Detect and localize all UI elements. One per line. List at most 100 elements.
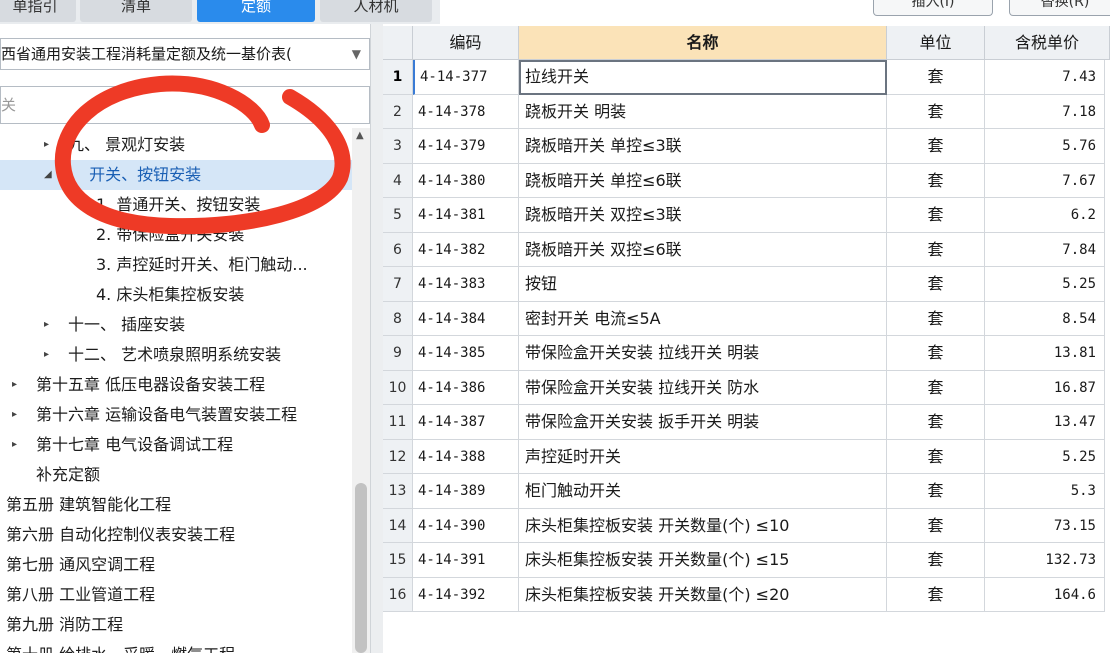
code-cell[interactable]: 4-14-379 (413, 129, 519, 164)
table-row[interactable]: 7 4-14-383 按钮套 5.25 (383, 267, 1110, 302)
unit-cell[interactable]: 套 (887, 60, 985, 95)
unit-cell[interactable]: 套 (887, 336, 985, 371)
code-cell[interactable]: 4-14-380 (413, 163, 519, 198)
tree-item[interactable]: 4. 床头柜集控板安装 (0, 280, 352, 310)
tree-item[interactable]: 第六册 自动化控制仪表安装工程 (0, 520, 352, 550)
unit-cell[interactable]: 套 (887, 577, 985, 612)
name-cell[interactable]: 带保险盒开关安装 拉线开关 防水 (519, 370, 887, 405)
code-cell[interactable]: 4-14-386 (413, 370, 519, 405)
tree-item[interactable]: ▸ 第十七章 电气设备调试工程 (0, 430, 352, 460)
code-cell[interactable]: 4-14-377 (413, 60, 519, 95)
table-row[interactable]: 4 4-14-380 跷板暗开关 单控≤6联套 7.67 (383, 163, 1110, 198)
column-header-price[interactable]: 含税单价 (985, 26, 1110, 60)
price-cell[interactable]: 5.25 (985, 267, 1105, 302)
code-cell[interactable]: 4-14-384 (413, 301, 519, 336)
code-cell[interactable]: 4-14-392 (413, 577, 519, 612)
tab-bill[interactable]: 清单 (80, 0, 192, 22)
price-cell[interactable]: 7.84 (985, 232, 1105, 267)
tree-item[interactable]: 第七册 通风空调工程 (0, 550, 352, 580)
code-cell[interactable]: 4-14-390 (413, 508, 519, 543)
code-cell[interactable]: 4-14-389 (413, 474, 519, 509)
price-cell[interactable]: 8.54 (985, 301, 1105, 336)
name-cell[interactable]: 密封开关 电流≤5A (519, 301, 887, 336)
price-cell[interactable]: 13.47 (985, 405, 1105, 440)
tab-guide[interactable]: 单指引 (0, 0, 76, 22)
table-row[interactable]: 6 4-14-382 跷板暗开关 双控≤6联套 7.84 (383, 232, 1110, 267)
table-row[interactable]: 9 4-14-385 带保险盒开关安装 拉线开关 明装套 13.81 (383, 336, 1110, 371)
code-cell[interactable]: 4-14-388 (413, 439, 519, 474)
unit-cell[interactable]: 套 (887, 474, 985, 509)
name-cell[interactable]: 跷板开关 明装 (519, 94, 887, 129)
table-row[interactable]: 11 4-14-387 带保险盒开关安装 扳手开关 明装套 13.47 (383, 405, 1110, 440)
unit-cell[interactable]: 套 (887, 198, 985, 233)
chevron-down-icon[interactable]: ▼ (352, 39, 361, 69)
tree-item[interactable]: ◢ 、 开关、按钮安装 (0, 160, 352, 190)
price-cell[interactable]: 7.43 (985, 60, 1105, 95)
tree-item[interactable]: ▸ 第十五章 低压电器设备安装工程 (0, 370, 352, 400)
collapse-arrow-icon[interactable]: ◢ (44, 160, 52, 190)
unit-cell[interactable]: 套 (887, 439, 985, 474)
price-cell[interactable]: 164.6 (985, 577, 1105, 612)
name-cell[interactable]: 跷板暗开关 单控≤6联 (519, 163, 887, 198)
column-header-unit[interactable]: 单位 (887, 26, 985, 60)
code-cell[interactable]: 4-14-378 (413, 94, 519, 129)
name-cell[interactable]: 声控延时开关 (519, 439, 887, 474)
unit-cell[interactable]: 套 (887, 163, 985, 198)
tab-quota[interactable]: 定额 (197, 0, 315, 22)
price-cell[interactable]: 73.15 (985, 508, 1105, 543)
price-cell[interactable]: 5.3 (985, 474, 1105, 509)
expand-arrow-icon[interactable]: ▸ (44, 310, 49, 340)
search-input[interactable]: 关 (0, 86, 370, 124)
expand-arrow-icon[interactable]: ▸ (44, 130, 49, 160)
tree-item[interactable]: 第五册 建筑智能化工程 (0, 490, 352, 520)
scrollbar-thumb[interactable] (355, 483, 367, 653)
scroll-up-icon[interactable]: ▲ (356, 130, 364, 141)
price-cell[interactable]: 132.73 (985, 543, 1105, 578)
name-cell[interactable]: 带保险盒开关安装 拉线开关 明装 (519, 336, 887, 371)
column-header-name[interactable]: 名称 (519, 26, 887, 60)
tree-item[interactable]: 补充定额 (0, 460, 352, 490)
price-cell[interactable]: 6.2 (985, 198, 1105, 233)
panel-splitter[interactable] (370, 24, 383, 653)
expand-arrow-icon[interactable]: ▸ (12, 400, 17, 430)
code-cell[interactable]: 4-14-387 (413, 405, 519, 440)
price-cell[interactable]: 5.25 (985, 439, 1105, 474)
table-row[interactable]: 3 4-14-379 跷板暗开关 单控≤3联套 5.76 (383, 129, 1110, 164)
name-cell[interactable]: 跷板暗开关 双控≤6联 (519, 232, 887, 267)
tab-labor-material-machine[interactable]: 人材机 (320, 0, 432, 22)
price-cell[interactable]: 7.67 (985, 163, 1105, 198)
table-row[interactable]: 16 4-14-392 床头柜集控板安装 开关数量(个) ≤20 套 164.6 (383, 577, 1110, 612)
insert-button[interactable]: 插入(I) (873, 0, 993, 16)
name-cell[interactable]: 床头柜集控板安装 开关数量(个) ≤15 (519, 543, 887, 578)
name-cell[interactable]: 拉线开关 (519, 60, 887, 95)
name-cell[interactable]: 床头柜集控板安装 开关数量(个) ≤10 (519, 508, 887, 543)
replace-button[interactable]: 替换(R) (1009, 0, 1110, 16)
tree-scrollbar[interactable]: ▲ (352, 128, 370, 653)
tree-item[interactable]: 第九册 消防工程 (0, 610, 352, 640)
price-cell[interactable]: 7.18 (985, 94, 1105, 129)
unit-cell[interactable]: 套 (887, 94, 985, 129)
code-cell[interactable]: 4-14-383 (413, 267, 519, 302)
tree-item[interactable]: ▸ 第十六章 运输设备电气装置安装工程 (0, 400, 352, 430)
tree-item[interactable]: 第八册 工业管道工程 (0, 580, 352, 610)
tree-item[interactable]: ▸ 九、 景观灯安装 (0, 130, 352, 160)
tree-item[interactable]: ▸ 十一、 插座安装 (0, 310, 352, 340)
table-row[interactable]: 2 4-14-378 跷板开关 明装套 7.18 (383, 94, 1110, 129)
table-row[interactable]: 5 4-14-381 跷板暗开关 双控≤3联套 6.2 (383, 198, 1110, 233)
expand-arrow-icon[interactable]: ▸ (12, 430, 17, 460)
unit-cell[interactable]: 套 (887, 129, 985, 164)
name-cell[interactable]: 跷板暗开关 单控≤3联 (519, 129, 887, 164)
tree-item[interactable]: 3. 声控延时开关、柜门触动... (0, 250, 352, 280)
table-row[interactable]: 10 4-14-386 带保险盒开关安装 拉线开关 防水套 16.87 (383, 370, 1110, 405)
table-row[interactable]: 8 4-14-384 密封开关 电流≤5A 套 8.54 (383, 301, 1110, 336)
unit-cell[interactable]: 套 (887, 301, 985, 336)
unit-cell[interactable]: 套 (887, 405, 985, 440)
tree-item[interactable]: ▸ 十二、 艺术喷泉照明系统安装 (0, 340, 352, 370)
table-row[interactable]: 13 4-14-389 柜门触动开关套 5.3 (383, 474, 1110, 509)
unit-cell[interactable]: 套 (887, 370, 985, 405)
unit-cell[interactable]: 套 (887, 543, 985, 578)
table-row[interactable]: 14 4-14-390 床头柜集控板安装 开关数量(个) ≤10 套 73.15 (383, 508, 1110, 543)
tree-item[interactable]: 第十册 给排水、采暖、燃气工程 (0, 640, 352, 653)
name-cell[interactable]: 跷板暗开关 双控≤3联 (519, 198, 887, 233)
name-cell[interactable]: 按钮 (519, 267, 887, 302)
